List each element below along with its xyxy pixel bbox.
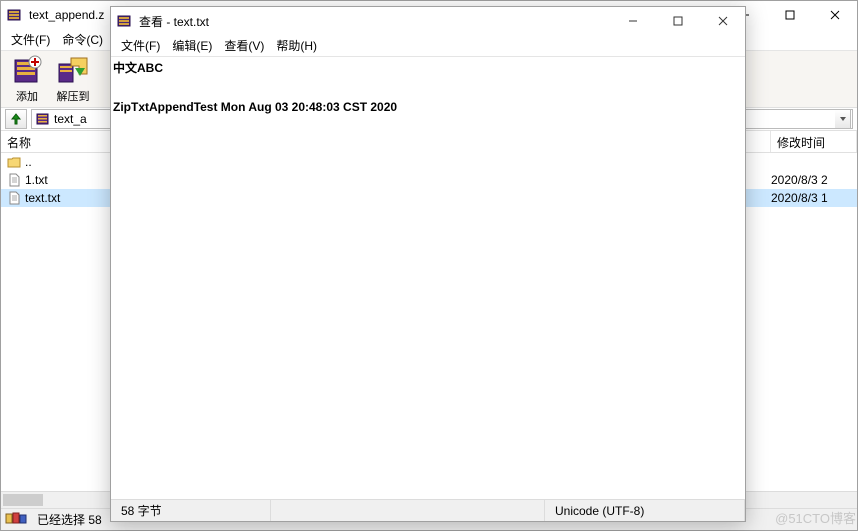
main-close-button[interactable] [812,1,857,29]
viewer-menu-help[interactable]: 帮助(H) [270,35,323,56]
text-file-icon [7,173,21,187]
path-text: text_a [54,112,87,126]
viewer-menu-file[interactable]: 文件(F) [115,35,166,56]
scrollbar-thumb[interactable] [3,494,43,506]
up-directory-button[interactable] [5,109,27,129]
selection-icon [5,511,29,528]
toolbar-add-label: 添加 [16,88,38,104]
add-icon [11,54,43,86]
viewer-title-text: 查看 - text.txt [139,13,610,30]
viewer-status-spacer [271,500,545,521]
viewer-titlebar[interactable]: 查看 - text.txt [111,7,745,35]
text-file-icon [7,191,21,205]
menu-file[interactable]: 文件(F) [5,29,56,50]
viewer-maximize-button[interactable] [655,7,700,35]
viewer-menu-edit[interactable]: 编辑(E) [166,35,218,56]
archive-icon [36,112,50,126]
watermark: @51CTO博客 [775,508,856,527]
file-date: 2020/8/3 1 [771,191,851,205]
extract-icon [57,54,89,86]
column-mtime[interactable]: 修改时间 [771,131,857,152]
viewer-statusbar: 58 字节 Unicode (UTF-8) [111,499,745,521]
main-maximize-button[interactable] [767,1,812,29]
winrar-icon [7,7,23,23]
viewer-status-bytes: 58 字节 [111,500,271,521]
toolbar-add-button[interactable]: 添加 [5,53,49,105]
winrar-icon [117,13,133,29]
viewer-status-encoding: Unicode (UTF-8) [545,500,745,521]
toolbar-extract-button[interactable]: 解压到 [51,53,95,105]
viewer-close-button[interactable] [700,7,745,35]
viewer-text-area[interactable]: 中文ABC ZipTxtAppendTest Mon Aug 03 20:48:… [111,57,745,499]
toolbar-extract-label: 解压到 [57,88,90,104]
viewer-menubar: 文件(F) 编辑(E) 查看(V) 帮助(H) [111,35,745,57]
viewer-window: 查看 - text.txt 文件(F) 编辑(E) 查看(V) 帮助(H) 中文… [110,6,746,522]
path-dropdown-button[interactable] [835,109,851,129]
status-selection-text: 已经选择 58 [37,511,102,528]
viewer-minimize-button[interactable] [610,7,655,35]
viewer-menu-view[interactable]: 查看(V) [218,35,270,56]
menu-commands[interactable]: 命令(C) [56,29,109,50]
viewer-window-buttons [610,7,745,35]
file-date: 2020/8/3 2 [771,173,851,187]
viewer-line-1: 中文ABC [113,61,163,75]
viewer-line-3: ZipTxtAppendTest Mon Aug 03 20:48:03 CST… [113,100,397,114]
folder-up-icon [7,155,21,169]
